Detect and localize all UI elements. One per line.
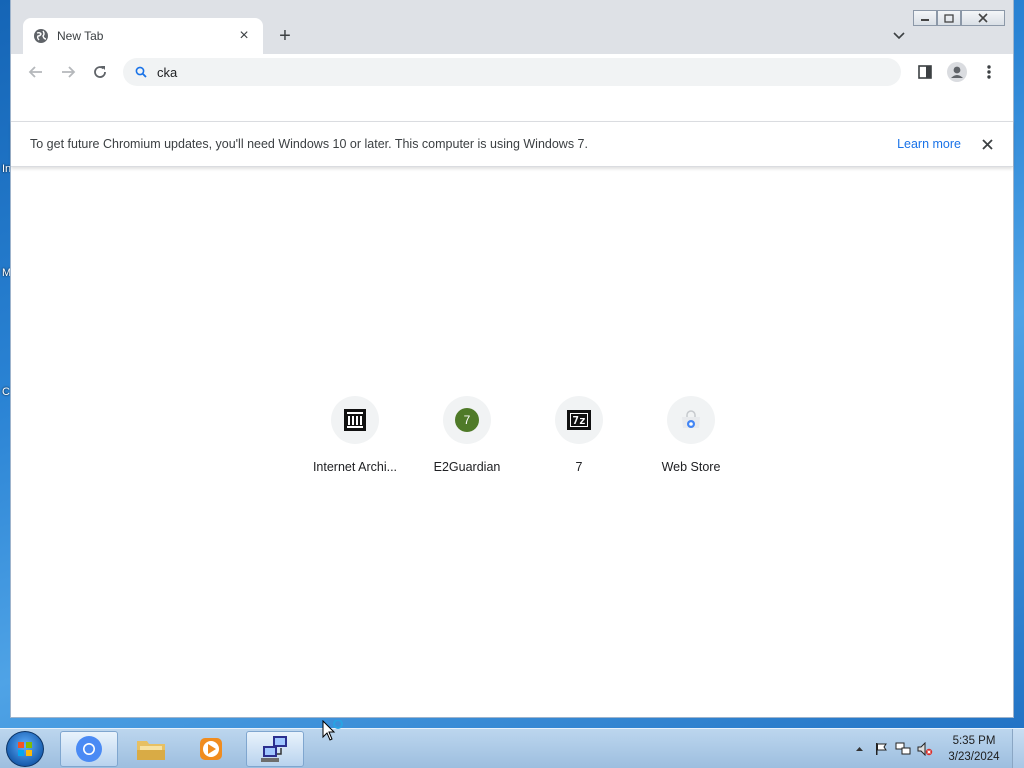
forward-button[interactable] [52, 56, 84, 88]
search-icon [135, 66, 147, 78]
avatar-icon [947, 62, 967, 82]
profile-button[interactable] [941, 56, 973, 88]
7zip-glyph: 7z [572, 413, 586, 427]
taskbar-chromium[interactable] [60, 731, 118, 767]
network-computers-icon [261, 736, 287, 762]
infobar-message: To get future Chromium updates, you'll n… [30, 137, 588, 151]
back-button[interactable] [20, 56, 52, 88]
show-hidden-icons-icon[interactable] [848, 739, 870, 759]
infobar-close-icon[interactable] [979, 136, 995, 152]
minimize-button[interactable] [913, 10, 937, 26]
browser-window: New Tab × + cka To get future Chromium u… [10, 0, 1014, 718]
shortcut-label: Internet Archi... [312, 460, 398, 474]
back-arrow-icon [28, 66, 42, 78]
e2guardian-icon: 7 [455, 408, 479, 432]
7zip-icon: 7z [567, 410, 591, 430]
side-panel-button[interactable] [909, 56, 941, 88]
volume-muted-icon[interactable] [914, 739, 936, 759]
window-controls [913, 10, 1005, 26]
action-center-flag-icon[interactable] [870, 739, 892, 759]
mouse-cursor-icon [322, 720, 343, 741]
start-button[interactable] [6, 731, 44, 767]
learn-more-link[interactable]: Learn more [897, 137, 961, 151]
side-panel-icon [918, 65, 932, 79]
media-player-icon [200, 738, 222, 760]
folder-icon [137, 741, 165, 760]
internet-archive-icon [344, 409, 366, 431]
shortcut-internet-archive[interactable]: Internet Archi... [299, 396, 411, 474]
tab-strip: New Tab × + [11, 0, 1013, 54]
e2guardian-badge: 7 [463, 413, 471, 427]
taskbar-clock[interactable]: 5:35 PM 3/23/2024 [936, 733, 1012, 765]
shortcut-icon-circle: 7z [555, 396, 603, 444]
browser-toolbar [11, 54, 1013, 90]
tab-search-chevron-icon[interactable] [889, 26, 909, 46]
kebab-menu-icon [987, 65, 991, 79]
new-tab-button[interactable]: + [273, 24, 297, 48]
shortcut-icon-circle: 7 [443, 396, 491, 444]
tab-new-tab[interactable]: New Tab × [23, 18, 263, 54]
address-input[interactable] [157, 64, 857, 80]
clock-date: 3/23/2024 [948, 751, 1000, 763]
shortcut-label: 7 [575, 460, 583, 474]
network-icon[interactable] [892, 739, 914, 759]
shortcut-icon-circle [667, 396, 715, 444]
web-store-icon [682, 410, 700, 428]
desktop-icon-label-fragment: C [2, 386, 10, 398]
taskbar-file-explorer[interactable] [122, 731, 180, 767]
tab-close-icon[interactable]: × [235, 27, 253, 45]
shortcut-label: Web Store [661, 460, 721, 474]
close-window-button[interactable] [961, 10, 1005, 26]
taskbar-network-app[interactable] [246, 731, 304, 767]
shortcut-e2guardian[interactable]: 7 E2Guardian [411, 396, 523, 474]
shortcut-icon-circle [331, 396, 379, 444]
chromium-icon [76, 736, 102, 762]
system-tray: 5:35 PM 3/23/2024 [848, 729, 1024, 768]
menu-button[interactable] [973, 56, 1005, 88]
clock-time: 5:35 PM [952, 735, 996, 747]
forward-arrow-icon [62, 66, 76, 78]
tab-title: New Tab [57, 29, 104, 43]
reload-button[interactable] [84, 56, 116, 88]
show-desktop-button[interactable] [1012, 729, 1024, 768]
maximize-button[interactable] [937, 10, 961, 26]
taskbar: 5:35 PM 3/23/2024 [0, 728, 1024, 768]
shortcut-web-store[interactable]: Web Store [635, 396, 747, 474]
taskbar-media-player[interactable] [182, 731, 240, 767]
address-bar[interactable] [123, 58, 901, 86]
shortcut-grid: Internet Archi... 7 E2Guardian 7z 7 Web … [299, 396, 747, 474]
shortcut-7zip[interactable]: 7z 7 [523, 396, 635, 474]
shortcut-label: E2Guardian [433, 460, 501, 474]
globe-icon [34, 29, 48, 43]
reload-icon [94, 66, 106, 78]
update-infobar: To get future Chromium updates, you'll n… [11, 121, 1013, 167]
windows-logo-icon [18, 742, 32, 756]
